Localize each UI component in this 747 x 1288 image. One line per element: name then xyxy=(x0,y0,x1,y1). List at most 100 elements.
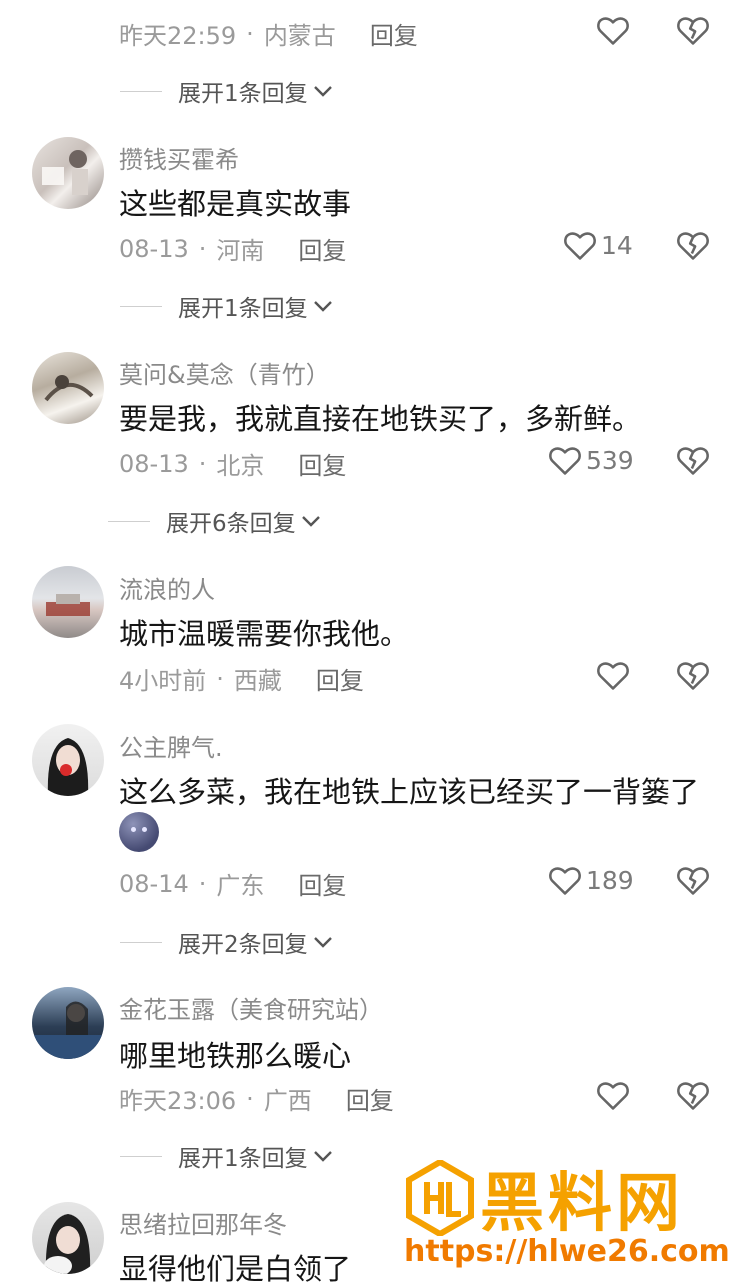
meta-separator: · xyxy=(198,234,207,263)
expand-divider xyxy=(108,520,150,522)
meta-separator: · xyxy=(246,1084,254,1113)
heart-outline-icon xyxy=(597,17,629,45)
reply-button[interactable]: 回复 xyxy=(316,661,364,696)
meta-separator: · xyxy=(246,19,254,48)
comment-text: 显得他们是白领了 xyxy=(119,1252,352,1286)
like-button[interactable] xyxy=(596,1079,630,1111)
dislike-button[interactable] xyxy=(676,14,710,46)
comment-time: 08-14 xyxy=(119,869,189,898)
comment-text: 这么多菜，我在地铁上应该已经买了一背篓了 xyxy=(119,775,700,809)
comment-time: 4小时前 xyxy=(119,667,207,695)
reply-button[interactable]: 回复 xyxy=(370,16,418,51)
avatar[interactable] xyxy=(32,352,104,424)
comment-username[interactable]: 思绪拉回那年冬 xyxy=(119,1205,287,1240)
comment-region: 广东 xyxy=(216,872,265,900)
watermark-logo-icon xyxy=(406,1160,474,1236)
comment-username[interactable]: 流浪的人 xyxy=(119,570,215,605)
meta-separator: · xyxy=(216,664,224,693)
comment-time: 昨天22:59 xyxy=(119,22,237,50)
avatar[interactable] xyxy=(32,1202,104,1274)
dislike-button[interactable] xyxy=(676,444,710,476)
avatar[interactable] xyxy=(32,137,104,209)
comment-meta: 昨天23:06 · 广西 回复 xyxy=(119,1081,394,1116)
dislike-button[interactable] xyxy=(676,229,710,261)
broken-heart-icon xyxy=(677,447,709,475)
comment-username[interactable]: 金花玉露（美食研究站） xyxy=(119,990,383,1025)
comment-text: 城市温暖需要你我他。 xyxy=(119,617,410,651)
dark-moon-emoji-icon xyxy=(119,812,159,852)
expand-replies-label: 展开1条回复 xyxy=(178,296,308,322)
reply-button[interactable]: 回复 xyxy=(346,1081,394,1116)
dislike-button[interactable] xyxy=(676,1079,710,1111)
like-button[interactable]: 539 xyxy=(548,444,634,476)
heart-outline-icon xyxy=(549,867,581,895)
comment-time: 08-13 xyxy=(119,449,189,478)
like-button[interactable] xyxy=(596,14,630,46)
expand-replies-button[interactable]: 展开1条回复 xyxy=(120,1139,334,1173)
like-count: 14 xyxy=(601,230,633,260)
chevron-down-icon xyxy=(313,937,332,948)
comment-region: 内蒙古 xyxy=(263,22,336,50)
broken-heart-icon xyxy=(677,232,709,260)
comment-meta: 08-13 · 河南 回复 xyxy=(119,231,346,266)
comment-text: 这些都是真实故事 xyxy=(119,187,352,221)
broken-heart-icon xyxy=(677,662,709,690)
chevron-down-icon xyxy=(313,1151,332,1162)
reply-button[interactable]: 回复 xyxy=(298,231,346,266)
expand-replies-label: 展开6条回复 xyxy=(166,511,296,537)
broken-heart-icon xyxy=(677,17,709,45)
meta-separator: · xyxy=(198,449,207,478)
expand-replies-label: 展开2条回复 xyxy=(178,932,308,958)
comment-region: 北京 xyxy=(216,452,265,480)
expand-divider xyxy=(120,90,162,92)
watermark-url: https://hlwe26.com xyxy=(404,1234,730,1269)
avatar[interactable] xyxy=(32,724,104,796)
broken-heart-icon xyxy=(677,1082,709,1110)
expand-replies-button[interactable]: 展开6条回复 xyxy=(108,504,322,538)
heart-outline-icon xyxy=(549,447,581,475)
chevron-down-icon xyxy=(301,516,320,527)
comment-region: 河南 xyxy=(216,237,265,265)
expand-replies-button[interactable]: 展开2条回复 xyxy=(120,925,334,959)
watermark-title: 黑料网 xyxy=(480,1167,684,1241)
reply-button[interactable]: 回复 xyxy=(298,866,346,901)
comment-meta: 昨天22:59 · 内蒙古 回复 xyxy=(119,16,418,51)
comment-text: 哪里地铁那么暖心 xyxy=(119,1039,352,1073)
expand-divider xyxy=(120,1155,162,1157)
comment-username[interactable]: 莫问&莫念（青竹） xyxy=(119,355,330,390)
broken-heart-icon xyxy=(677,867,709,895)
expand-divider xyxy=(120,305,162,307)
avatar[interactable] xyxy=(32,987,104,1059)
comment-username[interactable]: 攒钱买霍希 xyxy=(119,140,239,175)
comment-meta: 08-14 · 广东 回复 xyxy=(119,866,346,901)
chevron-down-icon xyxy=(313,301,332,312)
expand-divider xyxy=(120,941,162,943)
comment-username[interactable]: 公主脾气. xyxy=(119,728,223,763)
expand-replies-label: 展开1条回复 xyxy=(178,1146,308,1172)
expand-replies-button[interactable]: 展开1条回复 xyxy=(120,74,334,108)
expand-replies-button[interactable]: 展开1条回复 xyxy=(120,289,334,323)
avatar[interactable] xyxy=(32,566,104,638)
comment-meta: 08-13 · 北京 回复 xyxy=(119,446,346,481)
dislike-button[interactable] xyxy=(676,864,710,896)
meta-separator: · xyxy=(198,869,207,898)
reply-button[interactable]: 回复 xyxy=(298,446,346,481)
comment-text: 要是我，我就直接在地铁买了，多新鲜。 xyxy=(119,402,642,436)
dislike-button[interactable] xyxy=(676,659,710,691)
heart-outline-icon xyxy=(564,232,596,260)
heart-outline-icon xyxy=(597,662,629,690)
comment-time: 08-13 xyxy=(119,234,189,263)
like-button[interactable]: 14 xyxy=(563,229,633,261)
like-button[interactable]: 189 xyxy=(548,864,634,896)
comment-time: 昨天23:06 xyxy=(119,1087,237,1115)
like-count: 189 xyxy=(586,865,634,895)
comment-region: 西藏 xyxy=(233,667,282,695)
heart-outline-icon xyxy=(597,1082,629,1110)
like-count: 539 xyxy=(586,445,634,475)
comment-region: 广西 xyxy=(263,1087,312,1115)
comment-meta: 4小时前 · 西藏 回复 xyxy=(119,661,364,696)
chevron-down-icon xyxy=(313,86,332,97)
watermark: 黑料网 https://hlwe26.com xyxy=(400,1158,745,1278)
expand-replies-label: 展开1条回复 xyxy=(178,81,308,107)
like-button[interactable] xyxy=(596,659,630,691)
